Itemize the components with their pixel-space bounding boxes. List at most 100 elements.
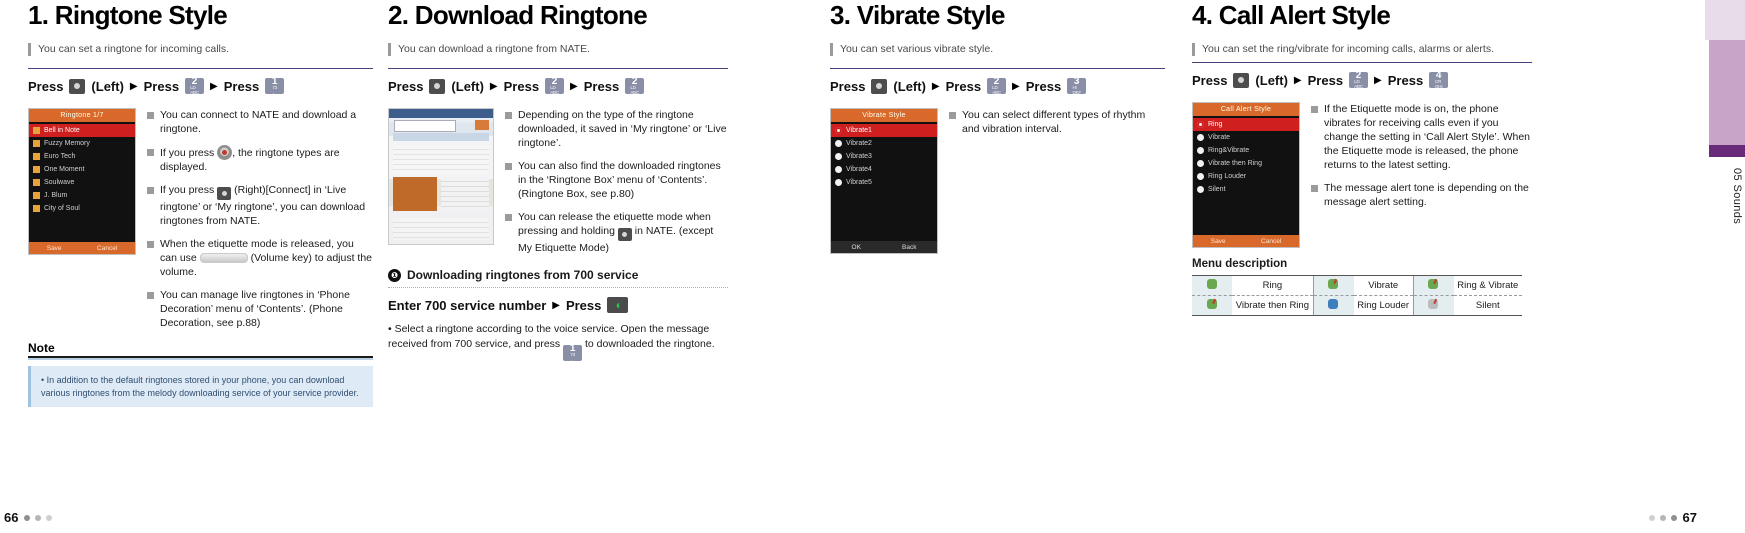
menu-description-table: Ring Vibrate Ring & Vibrate Vibrate then…	[1192, 275, 1522, 316]
soft-key-left-icon	[871, 78, 888, 94]
arrow-icon: ▶	[210, 80, 218, 92]
phone-list-item: Fuzzy Memory	[29, 137, 135, 150]
bullet-text: You can connect to NATE and download a r…	[160, 109, 357, 135]
subtitle-text: You can download a ringtone from NATE.	[398, 43, 591, 55]
phone-list-item: One Moment	[29, 163, 135, 176]
section-subtitle: You can set various vibrate style.	[830, 43, 1165, 56]
bullet-item: If the Etiquette mode is on, the phone v…	[1311, 102, 1532, 172]
menu-description-title: Menu description	[1192, 258, 1288, 270]
divider	[28, 68, 373, 69]
arrow-icon: ▶	[931, 80, 940, 92]
divider	[388, 68, 728, 69]
phone-softkey-left: Save	[1210, 237, 1226, 245]
press-left-label: (Left)	[1255, 72, 1288, 88]
phone-list-item: City of Soul	[29, 202, 135, 215]
bullet-item: You can connect to NATE and download a r…	[147, 108, 373, 136]
bullet-marker	[949, 111, 956, 119]
section-subtitle: You can download a ringtone from NATE.	[388, 43, 728, 56]
phone-softkey-right: Back	[902, 243, 917, 251]
press-label-1: Press	[388, 78, 424, 94]
subtitle-bar	[28, 43, 31, 56]
menu-label: Silent	[1453, 295, 1522, 316]
bullet-item: If you press , the ringtone types are di…	[147, 145, 373, 174]
bullet-marker	[147, 240, 154, 248]
subtitle-text: You can set a ringtone for incoming call…	[38, 43, 230, 55]
dotted-divider	[388, 286, 728, 288]
phone-screenshot-call-alert: Call Alert Style Ring Vibrate Ring&Vibra…	[1192, 102, 1300, 248]
soft-key-right-icon	[217, 187, 232, 200]
arrow-icon: ▶	[570, 80, 578, 92]
phone-list-item: Vibrate2	[831, 137, 937, 150]
section-content: Call Alert Style Ring Vibrate Ring&Vibra…	[1192, 102, 1532, 248]
section-content: Ringtone 1/7 Bell in Note Fuzzy Memory E…	[28, 108, 373, 339]
bullet-item: If you press (Right)[Connect] in ‘Live r…	[147, 183, 373, 228]
manual-page: 1. Ringtone Style You can set a ringtone…	[0, 0, 1745, 533]
key-2-icon: 2 LD ABC	[1349, 71, 1369, 88]
vibrate-then-ring-icon	[1192, 295, 1232, 316]
press-label-3: Press	[1025, 78, 1062, 94]
bullet-item: You can release the etiquette mode when …	[505, 210, 728, 255]
arrow-icon: ▶	[489, 80, 498, 92]
phone-softkeys: Save Cancel	[1193, 235, 1299, 247]
side-band-top	[1705, 0, 1745, 40]
subtitle-bar	[1192, 43, 1195, 56]
number-badge: ❶	[388, 268, 401, 282]
section-ringtone-style: 1. Ringtone Style You can set a ringtone…	[28, 0, 373, 407]
bullet-marker	[1311, 105, 1318, 113]
phone-softkeys: Save Cancel	[29, 242, 135, 254]
bullet-list: You can connect to NATE and download a r…	[147, 108, 373, 339]
press-label-2: Press	[143, 78, 180, 94]
section-call-alert-style: 4. Call Alert Style You can set the ring…	[1192, 0, 1532, 316]
bullet-marker	[147, 148, 154, 156]
press-label-2: Press	[503, 78, 540, 94]
sub-section-heading: ❶ Downloading ringtones from 700 service	[388, 268, 728, 282]
bullet-list: If the Etiquette mode is on, the phone v…	[1311, 102, 1532, 248]
phone-header: Ringtone 1/7	[29, 109, 135, 122]
arrow-icon: ▶	[1374, 74, 1382, 86]
section-subtitle: You can set the ring/vibrate for incomin…	[1192, 43, 1532, 56]
phone-list-item: Vibrate	[1193, 131, 1299, 144]
key-2b-icon: 2 LD ABC	[625, 77, 645, 94]
press-label-1: Press	[830, 78, 866, 94]
table-row: Ring Vibrate Ring & Vibrate	[1192, 275, 1522, 296]
ring-and-vibrate-icon	[1412, 275, 1454, 296]
menu-label: Vibrate	[1353, 275, 1414, 296]
phone-header: Call Alert Style	[1193, 103, 1299, 116]
key-3-icon: 3 HI DEF	[1067, 77, 1087, 94]
section-vibrate-style: 3. Vibrate Style You can set various vib…	[830, 0, 1165, 254]
bullet-text: You can release the etiquette mode when …	[518, 211, 714, 254]
phone-list-item: Ring&Vibrate	[1193, 144, 1299, 157]
enter-700-label: Enter 700 service number	[388, 297, 547, 313]
soft-key-left-icon	[1233, 72, 1250, 88]
phone-list-item: Bell in Note	[29, 124, 135, 137]
press-path: Press (Left) ▶ Press 2 LD ABC ▶ Press 1 73.…	[28, 77, 373, 94]
bullet-item: You can also find the downloaded rington…	[505, 159, 728, 201]
side-tab-label: 05 Sounds	[1731, 168, 1743, 225]
phone-list-item: Soulwave	[29, 176, 135, 189]
divider	[830, 68, 1165, 69]
volume-key-icon	[199, 253, 248, 263]
note-text: • In addition to the default ringtones s…	[28, 366, 373, 407]
menu-label: Ring Louder	[1353, 295, 1414, 316]
table-row: Vibrate then Ring Ring Louder Silent	[1192, 295, 1522, 316]
soft-key-left-icon	[69, 78, 86, 94]
page-title: 3. Vibrate Style	[830, 0, 1005, 30]
key-1-icon: 1 73.,	[563, 344, 583, 361]
key-1-icon: 1 73.,	[265, 77, 285, 94]
phone-list-item: Silent	[1193, 183, 1299, 196]
phone-list-item: J. Blum	[29, 189, 135, 202]
divider	[1192, 62, 1532, 63]
arrow-icon: ▶	[129, 80, 138, 92]
soft-key-left-icon	[429, 78, 446, 94]
press-path: Press (Left) ▶ Press 2 LD ABC ▶ Press 3 HI D…	[830, 77, 1165, 94]
menu-label: Vibrate then Ring	[1232, 295, 1314, 316]
arrow-icon: ▶	[552, 299, 560, 311]
press-label-3: Press	[583, 78, 620, 94]
side-band-accent	[1709, 145, 1745, 157]
page-number-right-value: 67	[1682, 510, 1697, 525]
sub-bullet-item: • Select a ringtone according to the voi…	[388, 322, 728, 361]
bullet-text: If you press , the ringtone types are di…	[160, 145, 340, 173]
bullet-marker	[1311, 184, 1318, 192]
bullet-list: Depending on the type of the ringtone do…	[505, 108, 728, 264]
phone-softkeys: OK Back	[831, 241, 937, 253]
